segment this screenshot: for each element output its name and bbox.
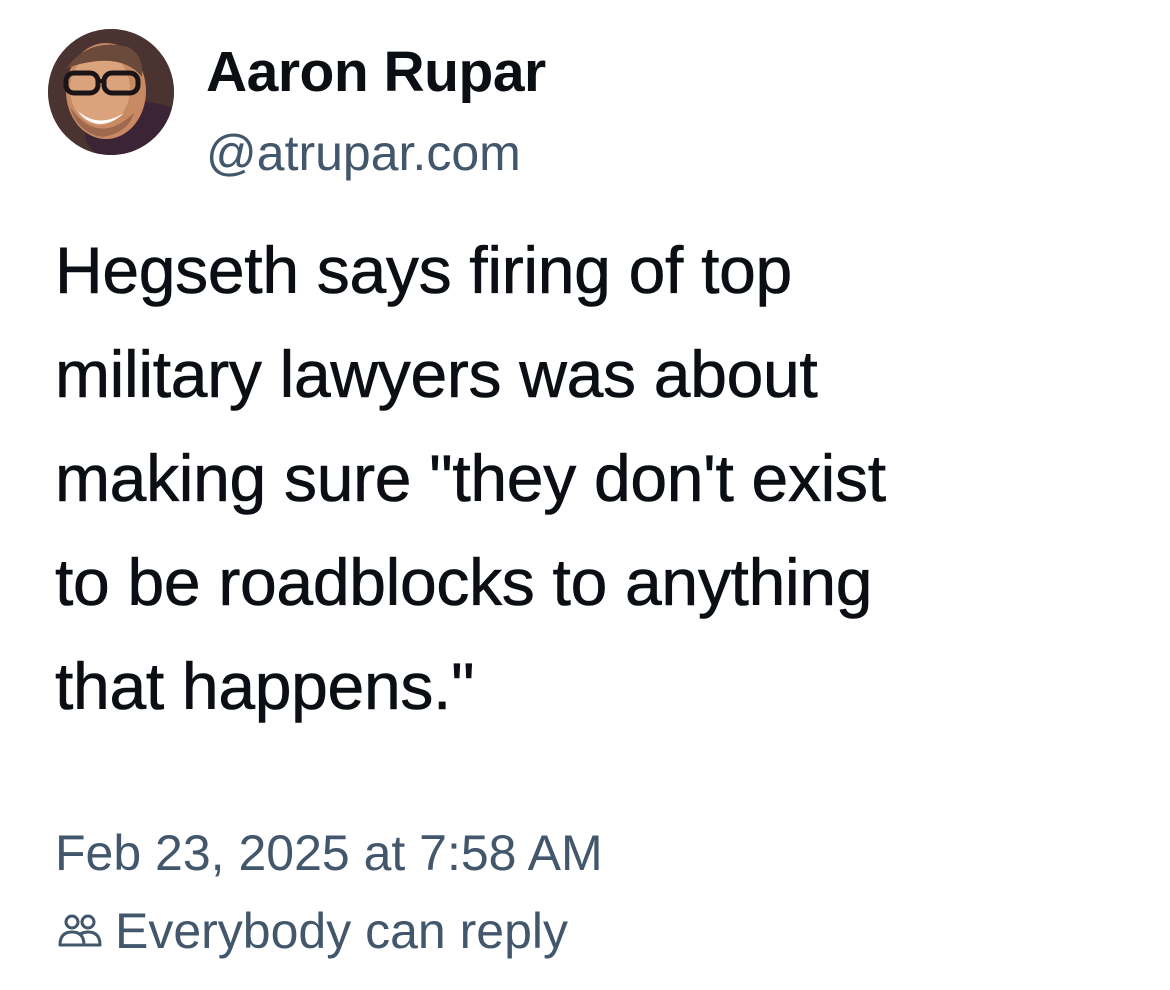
reply-setting: Everybody can reply	[55, 900, 568, 962]
post: Aaron Rupar @atrupar.com Hegseth says fi…	[0, 0, 1170, 990]
reply-setting-label: Everybody can reply	[115, 903, 569, 959]
post-text-line: Hegseth says firing of top	[55, 233, 793, 308]
author-name[interactable]: Aaron Rupar	[206, 38, 546, 106]
post-timestamp[interactable]: Feb 23, 2025 at 7:58 AM	[55, 822, 603, 884]
people-icon	[55, 907, 103, 955]
avatar-photo-icon	[48, 29, 174, 155]
post-text-line: military lawyers was about	[55, 337, 818, 412]
post-text: Hegseth says firing of top military lawy…	[55, 218, 1135, 738]
post-text-line: that happens."	[55, 649, 475, 724]
author-handle[interactable]: @atrupar.com	[206, 122, 521, 184]
post-text-line: to be roadblocks to anything	[55, 545, 873, 620]
post-text-line: making sure "they don't exist	[55, 441, 887, 516]
author-avatar[interactable]	[48, 29, 174, 155]
